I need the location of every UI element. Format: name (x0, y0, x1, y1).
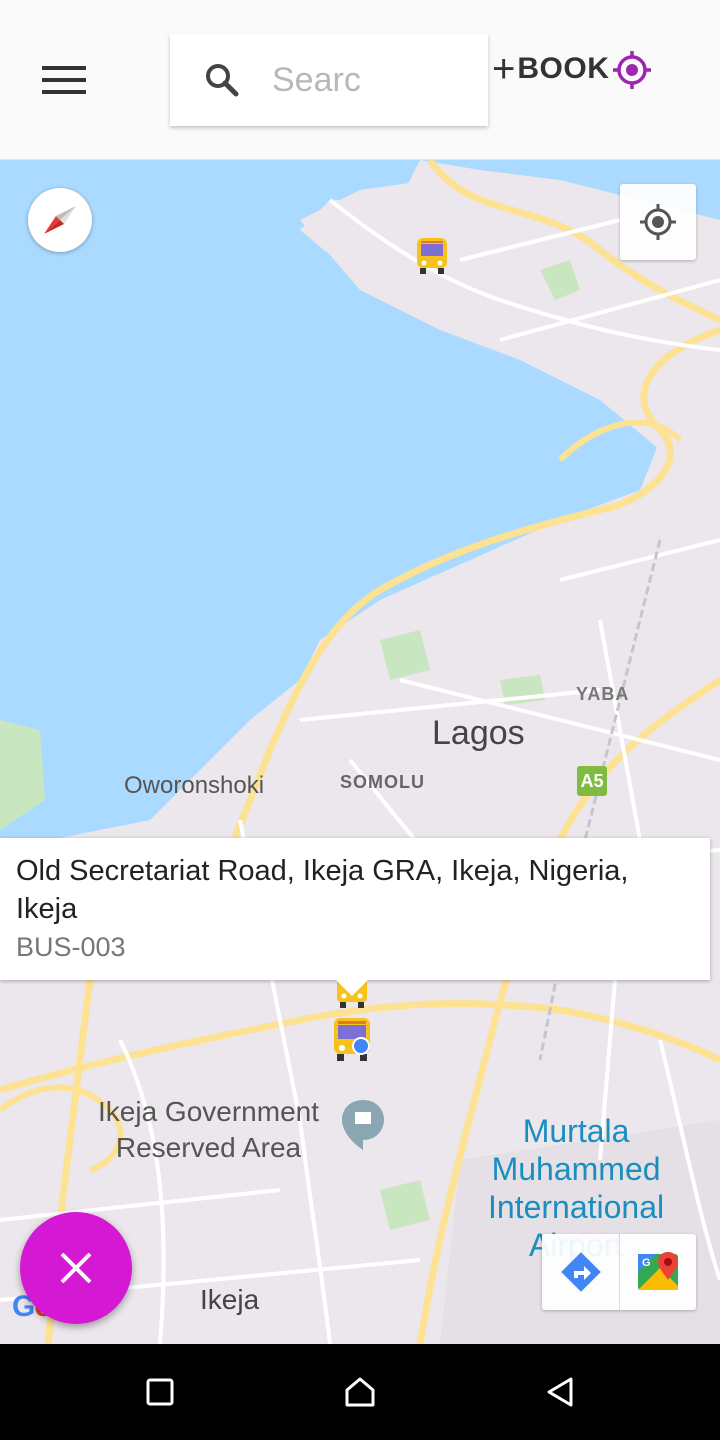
system-nav-bar (0, 1344, 720, 1440)
info-window-pointer (336, 980, 368, 996)
back-icon (547, 1377, 573, 1407)
compass-button[interactable] (28, 188, 92, 252)
menu-button[interactable] (30, 52, 98, 108)
search-input[interactable] (272, 60, 452, 100)
label-line: Murtala (522, 1113, 630, 1149)
recents-button[interactable] (110, 1344, 210, 1440)
my-location-button[interactable] (620, 184, 696, 260)
map-label-lagos: Lagos (432, 714, 525, 752)
open-google-maps-button[interactable]: G (619, 1234, 696, 1310)
map-label-oworonshoki: Oworonshoki (124, 772, 265, 799)
back-button[interactable] (510, 1344, 610, 1440)
app-bar: + BOOK (0, 0, 720, 160)
google-maps-icon: G (638, 1252, 678, 1290)
book-button[interactable]: + BOOK (492, 48, 609, 90)
directions-icon (560, 1252, 601, 1292)
home-button[interactable] (310, 1344, 410, 1440)
close-fab-button[interactable] (20, 1212, 132, 1324)
search-box[interactable] (170, 34, 488, 126)
target-icon[interactable] (612, 50, 652, 90)
compass-icon (44, 206, 76, 234)
book-plus: + (492, 47, 516, 91)
bus-info-window[interactable]: Old Secretariat Road, Ikeja GRA, Ikeja, … (0, 838, 710, 980)
bus-address: Old Secretariat Road, Ikeja GRA, Ikeja, … (16, 855, 629, 925)
search-icon (206, 64, 239, 97)
poi-marker (342, 1100, 384, 1150)
map-view[interactable]: Lagos Oworonshoki SOMOLU YABA A5 Ikeja G… (0, 160, 720, 1344)
label-line: Muhammed (491, 1151, 661, 1187)
label-line: Reserved Area (115, 1132, 302, 1163)
label-line: International (488, 1189, 665, 1225)
directions-button[interactable] (542, 1234, 619, 1310)
map-label-ikeja-gov: Ikeja Government Reserved Area (98, 1094, 319, 1166)
bus-icon[interactable] (331, 1016, 373, 1064)
menu-icon (42, 66, 86, 94)
bus-id: BUS-003 (16, 932, 126, 962)
home-icon (345, 1377, 375, 1407)
bus-icon[interactable] (414, 236, 450, 276)
map-label-somolu: SOMOLU (340, 772, 425, 792)
svg-text:G: G (642, 1257, 651, 1269)
recents-icon (146, 1378, 174, 1406)
label-line: Ikeja Government (98, 1096, 319, 1127)
book-label: BOOK (517, 52, 610, 85)
road-badge-a5: A5 (577, 766, 607, 796)
map-label-yaba: YABA (576, 684, 630, 704)
map-label-ikeja: Ikeja (200, 1284, 260, 1315)
map-toolbar: G (542, 1234, 696, 1310)
close-icon (60, 1252, 92, 1284)
my-location-icon (640, 204, 676, 240)
